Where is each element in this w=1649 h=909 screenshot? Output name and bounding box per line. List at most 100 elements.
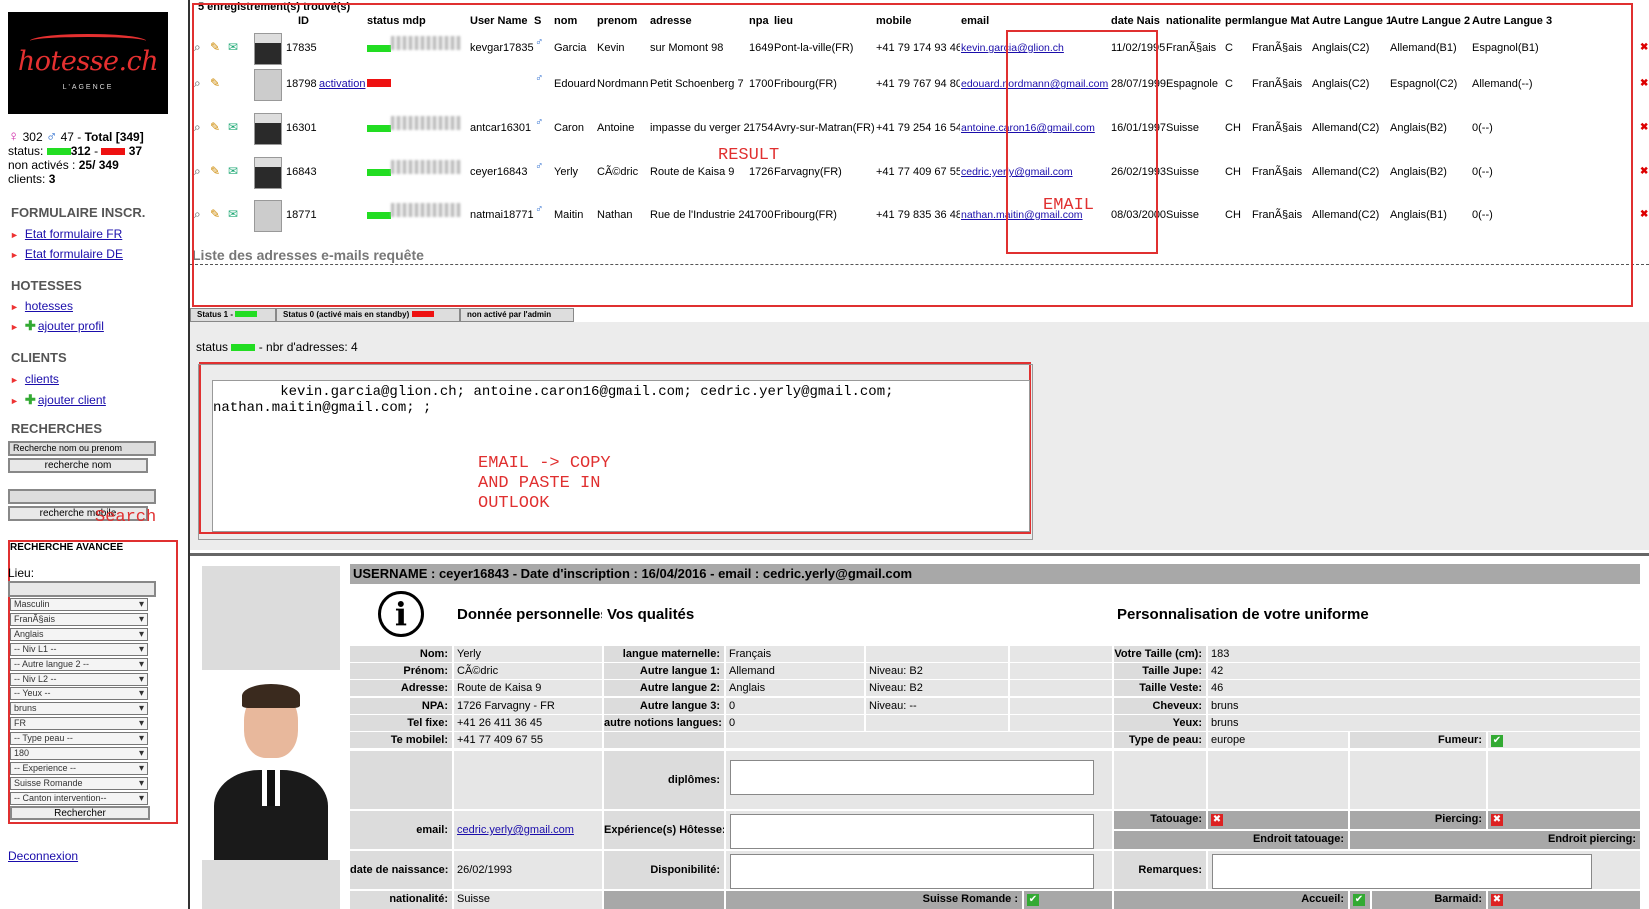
emails-textarea[interactable]: kevin.garcia@glion.ch; antoine.caron16@g… xyxy=(212,380,1030,532)
quality-extra xyxy=(1010,646,1112,662)
advanced-select[interactable]: bruns xyxy=(10,702,148,716)
detail-header: USERNAME : ceyer16843 - Date d'inscripti… xyxy=(350,564,1640,584)
personal-value: CÃ©dric xyxy=(454,663,602,680)
accueil-checkbox[interactable]: ✔ xyxy=(1350,891,1370,909)
blank xyxy=(350,751,452,809)
blank xyxy=(1114,751,1206,809)
advanced-select[interactable]: -- Niv L2 -- xyxy=(10,672,148,686)
email-link[interactable]: cedric.yerly@gmail.com xyxy=(457,824,574,836)
header-uniform: Personnalisation de votre uniforme xyxy=(1114,586,1640,644)
remarques-textarea[interactable] xyxy=(1212,854,1592,889)
delete-icon[interactable]: ✖ xyxy=(1640,42,1648,53)
advanced-select[interactable]: FR xyxy=(10,717,148,731)
piercing-checkbox[interactable]: ✖ xyxy=(1488,811,1640,829)
advanced-select[interactable]: Suisse Romande xyxy=(10,776,148,790)
nav-etat-fr-link[interactable]: Etat formulaire FR xyxy=(25,227,122,241)
tatouage-checkbox[interactable]: ✖ xyxy=(1208,811,1348,829)
quality-level xyxy=(866,714,1008,731)
advanced-select[interactable]: Masculin xyxy=(10,598,148,611)
piercing-label: Piercing: xyxy=(1350,811,1486,829)
nav-clients[interactable]: ► clients xyxy=(10,372,59,386)
advanced-select[interactable]: -- Niv L1 -- xyxy=(10,642,148,656)
nav-etat-de[interactable]: ► Etat formulaire DE xyxy=(10,247,123,261)
nav-ajouter-profil-link[interactable]: ajouter profil xyxy=(38,319,104,333)
barmaid-checkbox[interactable]: ✖ xyxy=(1488,891,1640,909)
nav-ajouter-profil[interactable]: ► ✚ ajouter profil xyxy=(10,318,104,334)
naissance-value: 26/02/1993 xyxy=(454,851,602,889)
logo[interactable]: hotesse.ch L'AGENCE xyxy=(8,12,168,114)
email-cell: cedric.yerly@gmail.com xyxy=(454,811,602,849)
personal-label: Tel fixe: xyxy=(350,714,452,731)
delete-icon[interactable]: ✖ xyxy=(1640,122,1648,133)
tab-status-1-label: Status 1 - xyxy=(197,310,234,319)
delete-icon[interactable]: ✖ xyxy=(1640,166,1648,177)
accueil-label: Accueil: xyxy=(1114,891,1348,909)
lieu-label: Lieu: xyxy=(8,566,35,580)
profile-detail: USERNAME : ceyer16843 - Date d'inscripti… xyxy=(190,553,1649,909)
tab-status-0[interactable]: Status 0 (activé mais en standby) xyxy=(276,308,460,322)
quality-level: Niveau: -- xyxy=(866,697,1008,714)
annotation-copy-paste: EMAIL -> COPY AND PASTE IN OUTLOOK xyxy=(478,454,611,513)
disponibilite-textarea[interactable] xyxy=(730,854,1094,889)
search-name-button[interactable]: recherche nom xyxy=(8,458,148,473)
advanced-select[interactable]: FranÃ§ais xyxy=(10,612,148,626)
rechercher-button[interactable]: Rechercher xyxy=(10,806,150,820)
nav-clients-link[interactable]: clients xyxy=(25,372,59,386)
advanced-select[interactable]: -- Yeux -- xyxy=(10,687,148,701)
green-indicator xyxy=(231,344,256,352)
delete-icon[interactable]: ✖ xyxy=(1640,209,1648,220)
sidebar: hotesse.ch L'AGENCE ♀ 302 ♂ 47 - Total [… xyxy=(0,0,190,909)
nav-etat-de-link[interactable]: Etat formulaire DE xyxy=(25,247,123,261)
advanced-select[interactable]: -- Experience -- xyxy=(10,761,148,775)
barmaid-label: Barmaid: xyxy=(1372,891,1486,909)
delete-icon[interactable]: ✖ xyxy=(1640,78,1648,89)
advanced-select[interactable]: Anglais xyxy=(10,627,148,641)
tab-status-1[interactable]: Status 1 - xyxy=(190,308,276,322)
quality-label: Autre langue 2: xyxy=(604,680,724,697)
plus-icon: ✚ xyxy=(24,392,36,407)
tab-non-active[interactable]: non activé par l'admin xyxy=(460,308,574,322)
personal-label: Te mobilel: xyxy=(350,732,452,748)
experience-textarea[interactable] xyxy=(730,814,1094,849)
nav-hotesses[interactable]: ► hotesses xyxy=(10,299,73,313)
blank xyxy=(1208,751,1348,809)
remarques-label: Remarques: xyxy=(1114,851,1206,889)
advanced-select[interactable]: 180 xyxy=(10,747,148,760)
nav-etat-fr[interactable]: ► Etat formulaire FR xyxy=(10,227,122,241)
blank xyxy=(604,891,724,909)
suisse-romande-checkbox[interactable]: ✔ xyxy=(1024,891,1112,909)
quality-label: Autre langue 3: xyxy=(604,697,724,714)
advanced-select[interactable]: -- Autre langue 2 -- xyxy=(10,657,148,671)
fumeur-checkbox[interactable]: ✔ xyxy=(1488,732,1640,748)
annotation-search: Search xyxy=(95,508,157,527)
quality-extra xyxy=(1010,697,1112,714)
quality-level xyxy=(866,646,1008,662)
nav-hotesses-link[interactable]: hotesses xyxy=(25,299,73,313)
uniform-value: 46 xyxy=(1208,680,1640,697)
results-panel: 5 enregistrement(s) trouvé(s) ID status m… xyxy=(190,0,1649,307)
arrow-icon: ► xyxy=(10,250,19,260)
quality-value: Anglais xyxy=(726,680,864,697)
uniform-value: bruns xyxy=(1208,697,1640,714)
deconnexion-nav[interactable]: Deconnexion xyxy=(8,849,78,863)
search-mobile-input[interactable] xyxy=(8,489,156,504)
nav-ajouter-client-link[interactable]: ajouter client xyxy=(38,393,106,407)
inactive-label: non activés : xyxy=(8,158,76,172)
search-name-input[interactable]: Recherche nom ou prenom xyxy=(8,441,156,456)
quality-extra xyxy=(1010,714,1112,731)
fumeur-label: Fumeur: xyxy=(1350,732,1486,748)
diplomes-textarea[interactable] xyxy=(730,760,1094,795)
red-indicator xyxy=(411,311,434,317)
uniform-value: europe xyxy=(1208,732,1348,748)
advanced-select[interactable]: -- Canton intervention-- xyxy=(10,791,148,805)
female-count: 302 xyxy=(22,130,43,144)
uniform-label: Votre Taille (cm): xyxy=(1114,646,1206,662)
deconnexion-link[interactable]: Deconnexion xyxy=(8,849,78,863)
annotation-result: RESULT xyxy=(718,146,780,165)
email-status-label: status xyxy=(196,340,229,354)
advanced-select[interactable]: -- Type peau -- xyxy=(10,732,148,746)
lieu-input[interactable] xyxy=(8,581,156,597)
arrow-icon: ► xyxy=(10,230,19,240)
quality-label: Autre langue 1: xyxy=(604,663,724,680)
nav-ajouter-client[interactable]: ► ✚ ajouter client xyxy=(10,392,106,408)
